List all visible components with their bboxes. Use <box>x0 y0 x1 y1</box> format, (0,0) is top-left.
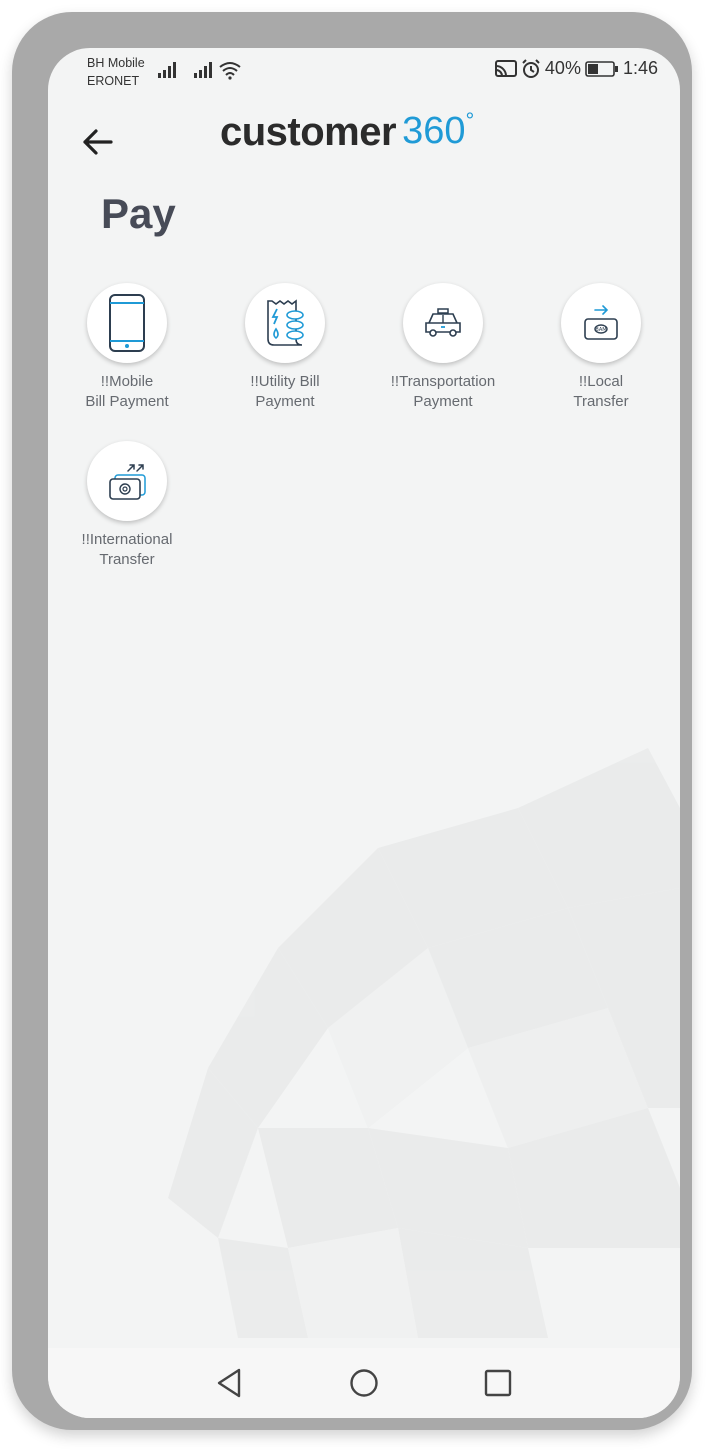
clock-time: 1:46 <box>622 58 658 78</box>
back-button[interactable] <box>74 120 122 164</box>
signal-icon <box>158 62 176 78</box>
tile-label-line1: !!Transportation <box>390 373 496 390</box>
tile-label-line2: Transfer <box>99 551 155 568</box>
tile-transportation-payment[interactable]: !!Transportation Payment <box>378 283 508 412</box>
svg-text:BAM: BAM <box>595 327 606 333</box>
tile-icon-container <box>245 283 325 363</box>
cast-icon <box>494 59 517 77</box>
status-indicators: 40% 1:46 <box>494 58 658 79</box>
battery-percent: 40% <box>544 58 581 78</box>
tile-mobile-bill-payment[interactable]: !!Mobile Bill Payment <box>62 283 192 412</box>
tile-local-transfer[interactable]: BAM !!Local Transfer <box>536 283 666 412</box>
square-recents-icon <box>484 1369 512 1397</box>
system-navigation-bar <box>48 1348 680 1418</box>
status-bar: BH Mobile ERONET 40% 1:46 <box>48 48 680 94</box>
nav-back-button[interactable] <box>212 1366 246 1400</box>
tile-utility-bill-payment[interactable]: !!Utility Bill Payment <box>220 283 350 412</box>
tile-label: !!International Transfer <box>82 530 173 570</box>
signal-icon-2 <box>194 62 212 78</box>
logo-text-main: customer <box>220 110 397 154</box>
carrier-primary: BH Mobile <box>87 56 145 70</box>
battery-icon <box>585 60 618 77</box>
carrier-secondary: ERONET <box>87 74 140 88</box>
carrier-info: BH Mobile ERONET <box>87 54 145 90</box>
tile-label: !!Local Transfer <box>573 372 628 412</box>
tile-label: !!Transportation Payment <box>391 372 496 412</box>
logo-degree-symbol: ° <box>465 108 475 133</box>
tile-label-line2: Transfer <box>573 393 629 410</box>
tile-label-line2: Payment <box>413 393 473 410</box>
tile-icon-container <box>87 283 167 363</box>
wifi-icon <box>219 62 241 80</box>
alarm-icon <box>522 58 540 78</box>
arrow-left-icon <box>83 129 113 155</box>
tile-label: !!Mobile Bill Payment <box>85 372 168 412</box>
tile-label-line1: !!Utility Bill <box>250 373 320 390</box>
app-logo: customer 360 ° <box>220 108 475 160</box>
logo-text-accent: 360 <box>402 110 466 152</box>
tile-label-line1: !!Mobile <box>100 373 154 390</box>
utility-bill-icon <box>267 299 304 346</box>
phone-frame: BH Mobile ERONET 40% 1:46 customer 360 °… <box>12 12 692 1430</box>
tile-icon-container <box>403 283 483 363</box>
tile-label-line1: !!International <box>81 531 173 548</box>
car-icon <box>425 308 461 337</box>
tile-icon-container: BAM <box>561 283 641 363</box>
tile-international-transfer[interactable]: !!International Transfer <box>62 441 192 570</box>
background-pattern <box>168 748 680 1338</box>
tile-label: !!Utility Bill Payment <box>250 372 319 412</box>
nav-home-button[interactable] <box>347 1366 381 1400</box>
phone-icon <box>109 294 145 352</box>
circle-home-icon <box>350 1369 378 1397</box>
tile-label-line2: Bill Payment <box>85 393 169 410</box>
screen: BH Mobile ERONET 40% 1:46 customer 360 °… <box>48 48 680 1418</box>
tile-label-line2: Payment <box>255 393 315 410</box>
tile-icon-container <box>87 441 167 521</box>
page-title: Pay <box>101 190 176 237</box>
triangle-back-icon <box>217 1368 241 1398</box>
tile-label-line1: !!Local <box>578 373 624 390</box>
nav-recents-button[interactable] <box>481 1366 515 1400</box>
local-transfer-icon: BAM <box>584 305 618 340</box>
international-transfer-icon <box>109 464 146 500</box>
